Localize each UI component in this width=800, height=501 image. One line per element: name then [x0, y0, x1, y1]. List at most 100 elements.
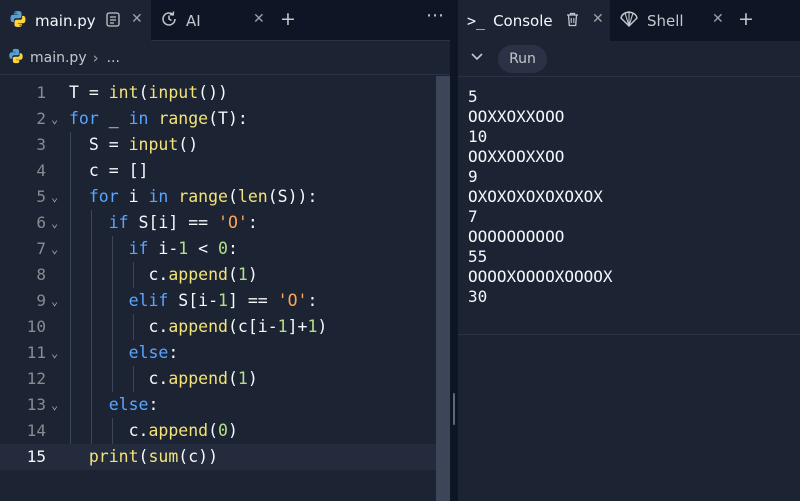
- code-text: for _ in range(T):: [69, 109, 248, 128]
- tab-label: Console: [493, 11, 553, 30]
- close-icon[interactable]: ✕: [253, 11, 265, 27]
- fold-chevron-icon[interactable]: ⌄: [51, 210, 58, 236]
- code-text: c = []: [69, 161, 149, 180]
- python-icon: [9, 10, 27, 32]
- code-text: else:: [108, 395, 159, 414]
- code-text: T = int(input()): [69, 83, 228, 102]
- code-text: c.append(1): [69, 369, 258, 388]
- editor-scrollbar[interactable]: [436, 76, 450, 501]
- code-line: 5 ⌄ for i in range(len(S)):: [0, 184, 436, 210]
- console-output[interactable]: 5 OOXXOXXOOO 10 OOXXOOXXOO 9 OXOXOXOXOXO…: [468, 87, 798, 307]
- code-text: for i in range(len(S)):: [88, 187, 318, 206]
- code-line: 12 c.append(1): [0, 366, 436, 392]
- output-line: OXOXOXOXOXOXOX: [468, 187, 603, 206]
- close-icon[interactable]: ✕: [592, 11, 604, 27]
- output-line: 9: [468, 167, 478, 186]
- output-line: OOXXOOXXOO: [468, 147, 565, 166]
- trash-icon[interactable]: [566, 12, 579, 31]
- code-text: if S[i] == 'O':: [108, 213, 258, 232]
- code-text: c.append(0): [69, 421, 238, 440]
- fold-chevron-icon[interactable]: ⌄: [51, 236, 58, 262]
- code-line: 14 c.append(0): [0, 418, 436, 444]
- python-icon: [8, 48, 24, 68]
- code-line: 6 ⌄ if S[i] == 'O':: [0, 210, 436, 236]
- chevron-down-icon[interactable]: [470, 50, 484, 68]
- file-preview-icon[interactable]: [106, 12, 120, 31]
- output-line: OOOOOOOOOO: [468, 227, 565, 246]
- code-editor[interactable]: 1 T = int(input()) 2 ⌄ for _ in range(T)…: [0, 80, 436, 501]
- fold-chevron-icon[interactable]: ⌄: [51, 184, 58, 210]
- line-number: 5: [36, 187, 46, 206]
- line-number: 1: [36, 83, 46, 102]
- line-number: 8: [36, 265, 46, 284]
- tab-main-py[interactable]: main.py ✕: [0, 0, 151, 41]
- pane-divider[interactable]: [450, 0, 458, 501]
- new-tab-icon[interactable]: +: [738, 9, 754, 29]
- breadcrumb-more[interactable]: ...: [107, 50, 120, 66]
- more-options-icon[interactable]: ⋯: [426, 6, 444, 26]
- output-line: 55: [468, 247, 488, 266]
- close-icon[interactable]: ✕: [131, 11, 143, 27]
- code-line: 1 T = int(input()): [0, 80, 436, 106]
- tab-label: Shell: [647, 11, 684, 30]
- output-line: 30: [468, 287, 488, 306]
- shell-icon: [619, 10, 639, 32]
- line-number: 10: [26, 317, 46, 336]
- output-line: 7: [468, 207, 478, 226]
- fold-chevron-icon[interactable]: ⌄: [51, 392, 58, 418]
- code-text: else:: [128, 343, 179, 362]
- tab-console[interactable]: >_ Console ✕: [458, 0, 610, 41]
- editor-tabbar: main.py ✕ AI ✕ + ⋯: [0, 0, 450, 41]
- code-line-current: 15 print(sum(c)): [0, 444, 436, 470]
- output-line: OOXXOXXOOO: [468, 107, 565, 126]
- code-text: if i-1 < 0:: [128, 239, 238, 258]
- fold-chevron-icon[interactable]: ⌄: [51, 340, 58, 366]
- code-line: 8 c.append(1): [0, 262, 436, 288]
- code-line: 9 ⌄ elif S[i-1] == 'O':: [0, 288, 436, 314]
- console-toolbar: Run: [458, 41, 800, 77]
- ai-history-icon: [160, 10, 178, 32]
- line-number: 6: [36, 213, 46, 232]
- breadcrumb: main.py › ...: [0, 41, 450, 75]
- output-line: 10: [468, 127, 488, 146]
- line-number: 15: [26, 447, 46, 466]
- terminal-icon: >_: [467, 11, 486, 30]
- output-line: 5: [468, 87, 478, 106]
- code-text: c.append(c[i-1]+1): [69, 317, 328, 336]
- code-line: 3 S = input(): [0, 132, 436, 158]
- code-text: S = input(): [69, 135, 199, 154]
- close-icon[interactable]: ✕: [712, 11, 724, 27]
- fold-chevron-icon[interactable]: ⌄: [51, 288, 58, 314]
- line-number: 13: [26, 395, 46, 414]
- code-text: c.append(1): [69, 265, 258, 284]
- editor-pane: main.py ✕ AI ✕ + ⋯ main.py › ... 1 T = i…: [0, 0, 450, 501]
- tab-label: AI: [186, 11, 201, 30]
- line-number: 9: [36, 291, 46, 310]
- tab-label: main.py: [35, 11, 96, 30]
- code-line: 11 ⌄ else:: [0, 340, 436, 366]
- line-number: 7: [36, 239, 46, 258]
- code-text: print(sum(c)): [88, 447, 219, 466]
- line-number: 11: [26, 343, 46, 362]
- tab-shell[interactable]: Shell ✕: [611, 0, 731, 41]
- code-line: 4 c = []: [0, 158, 436, 184]
- fold-chevron-icon[interactable]: ⌄: [51, 106, 58, 132]
- run-button[interactable]: Run: [498, 45, 547, 73]
- code-line: 7 ⌄ if i-1 < 0:: [0, 236, 436, 262]
- line-number: 14: [26, 421, 46, 440]
- line-number: 2: [36, 109, 46, 128]
- output-line: OOOOXOOOOXOOOOX: [468, 267, 613, 286]
- code-text: elif S[i-1] == 'O':: [128, 291, 318, 310]
- breadcrumb-separator: ›: [92, 48, 99, 67]
- line-number: 3: [36, 135, 46, 154]
- line-number: 4: [36, 161, 46, 180]
- new-tab-icon[interactable]: +: [280, 9, 296, 29]
- console-pane: >_ Console ✕ Shell ✕ + Run 5 OOXXOXXOOO …: [458, 0, 800, 501]
- breadcrumb-file[interactable]: main.py: [30, 50, 87, 66]
- resize-handle[interactable]: [453, 393, 455, 425]
- console-separator: [458, 334, 800, 335]
- tab-ai[interactable]: AI ✕: [152, 0, 272, 41]
- code-line: 10 c.append(c[i-1]+1): [0, 314, 436, 340]
- line-number: 12: [26, 369, 46, 388]
- code-line: 13 ⌄ else:: [0, 392, 436, 418]
